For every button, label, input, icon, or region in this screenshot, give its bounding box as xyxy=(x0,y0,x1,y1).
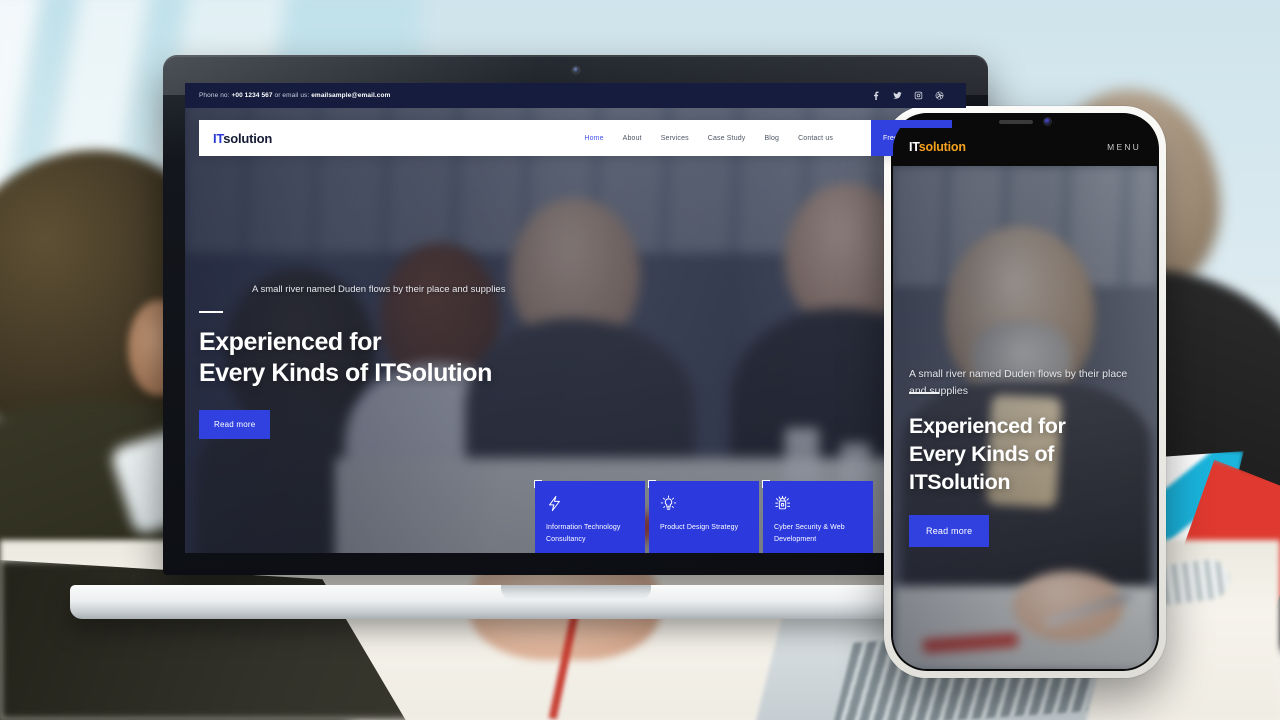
service-cards: Information Technology Consultancy Produ… xyxy=(534,480,873,553)
laptop-webcam-icon xyxy=(572,67,579,73)
mobile-hero-background-image: A small river named Duden flows by their… xyxy=(893,166,1157,669)
contact-info-text: Phone no: +00 1234 567 or email us: emai… xyxy=(199,92,390,99)
mobile-navigation: ITsolution MENU xyxy=(893,128,1157,166)
service-card-cyber-security[interactable]: Cyber Security & Web Development xyxy=(762,480,873,553)
nav-item-about[interactable]: About xyxy=(623,135,642,142)
hero-accent-dash xyxy=(199,311,223,313)
laptop-screen: Phone no: +00 1234 567 or email us: emai… xyxy=(185,83,966,553)
hero-subtitle-row: A small river named Duden flows by their… xyxy=(199,283,629,313)
phone-mockup: ITsolution MENU A small river named Dude… xyxy=(884,106,1166,678)
contact-phone[interactable]: +00 1234 567 xyxy=(231,92,272,99)
hero-title: Experienced for Every Kinds of ITSolutio… xyxy=(199,327,629,388)
nav-item-blog[interactable]: Blog xyxy=(764,135,779,142)
mobile-hero-read-more-button[interactable]: Read more xyxy=(909,514,990,547)
top-contact-bar: Phone no: +00 1234 567 or email us: emai… xyxy=(185,83,966,108)
shield-lock-icon xyxy=(775,495,791,510)
mobile-hero-title-line-3: ITSolution xyxy=(909,470,1011,495)
phone-screen: ITsolution MENU A small river named Dude… xyxy=(893,115,1157,669)
phone-speaker-icon xyxy=(999,119,1033,124)
facebook-icon[interactable] xyxy=(872,91,881,100)
contact-email[interactable]: emailsample@email.com xyxy=(311,92,390,99)
contact-mid: or email us: xyxy=(272,92,312,99)
hero-title-line-1: Experienced for xyxy=(199,328,382,356)
contact-prefix: Phone no: xyxy=(199,92,232,99)
hero-content: A small river named Duden flows by their… xyxy=(199,283,629,439)
hero-read-more-button[interactable]: Read more xyxy=(199,410,271,439)
service-card-title: Cyber Security & Web Development xyxy=(774,524,845,543)
laptop-mockup: Phone no: +00 1234 567 or email us: emai… xyxy=(70,55,1080,619)
nav-item-contact-us[interactable]: Contact us xyxy=(798,135,833,142)
service-card-title: Product Design Strategy xyxy=(660,524,739,531)
lightbulb-icon xyxy=(660,495,677,510)
mobile-hero-title-line-1: Experienced for xyxy=(909,413,1066,438)
site-logo-part2: solution xyxy=(223,130,273,146)
main-navigation-wrapper: ITsolution Home About Services Case Stud… xyxy=(185,120,966,156)
site-logo[interactable]: ITsolution xyxy=(213,131,272,146)
bolt-icon xyxy=(549,495,560,512)
mobile-site-logo[interactable]: ITsolution xyxy=(909,140,966,154)
hero-subtitle: A small river named Duden flows by their… xyxy=(252,284,506,295)
phone-status-bar xyxy=(893,115,1157,128)
mobile-hero-title: Experienced for Every Kinds of ITSolutio… xyxy=(909,412,1145,497)
mobile-site-logo-part1: IT xyxy=(909,140,919,154)
nav-item-home[interactable]: Home xyxy=(584,135,603,142)
social-links xyxy=(872,91,944,100)
laptop-base-notch xyxy=(500,585,651,600)
service-card-title: Information Technology Consultancy xyxy=(546,524,621,543)
twitter-icon[interactable] xyxy=(893,91,902,100)
nav-item-case-study[interactable]: Case Study xyxy=(708,135,746,142)
mobile-hero-subtitle: A small river named Duden flows by their… xyxy=(909,368,1128,397)
site-logo-part1: IT xyxy=(213,130,224,146)
main-navigation: ITsolution Home About Services Case Stud… xyxy=(199,120,952,156)
phone-front-camera-icon xyxy=(1044,118,1051,125)
mobile-menu-button[interactable]: MENU xyxy=(1107,142,1141,152)
dribbble-icon[interactable] xyxy=(935,91,944,100)
instagram-icon[interactable] xyxy=(914,91,923,100)
service-card-it-consultancy[interactable]: Information Technology Consultancy xyxy=(534,480,645,553)
service-card-product-design[interactable]: Product Design Strategy xyxy=(648,480,759,553)
desktop-website: Phone no: +00 1234 567 or email us: emai… xyxy=(185,83,966,553)
mobile-hero-content: A small river named Duden flows by their… xyxy=(909,366,1145,547)
nav-item-services[interactable]: Services xyxy=(661,135,689,142)
mobile-hero-accent-dash xyxy=(909,392,939,394)
mobile-hero-title-line-2: Every Kinds of xyxy=(909,441,1054,466)
mobile-site-logo-part2: solution xyxy=(918,140,966,154)
hero-title-line-2: Every Kinds of ITSolution xyxy=(199,358,492,387)
